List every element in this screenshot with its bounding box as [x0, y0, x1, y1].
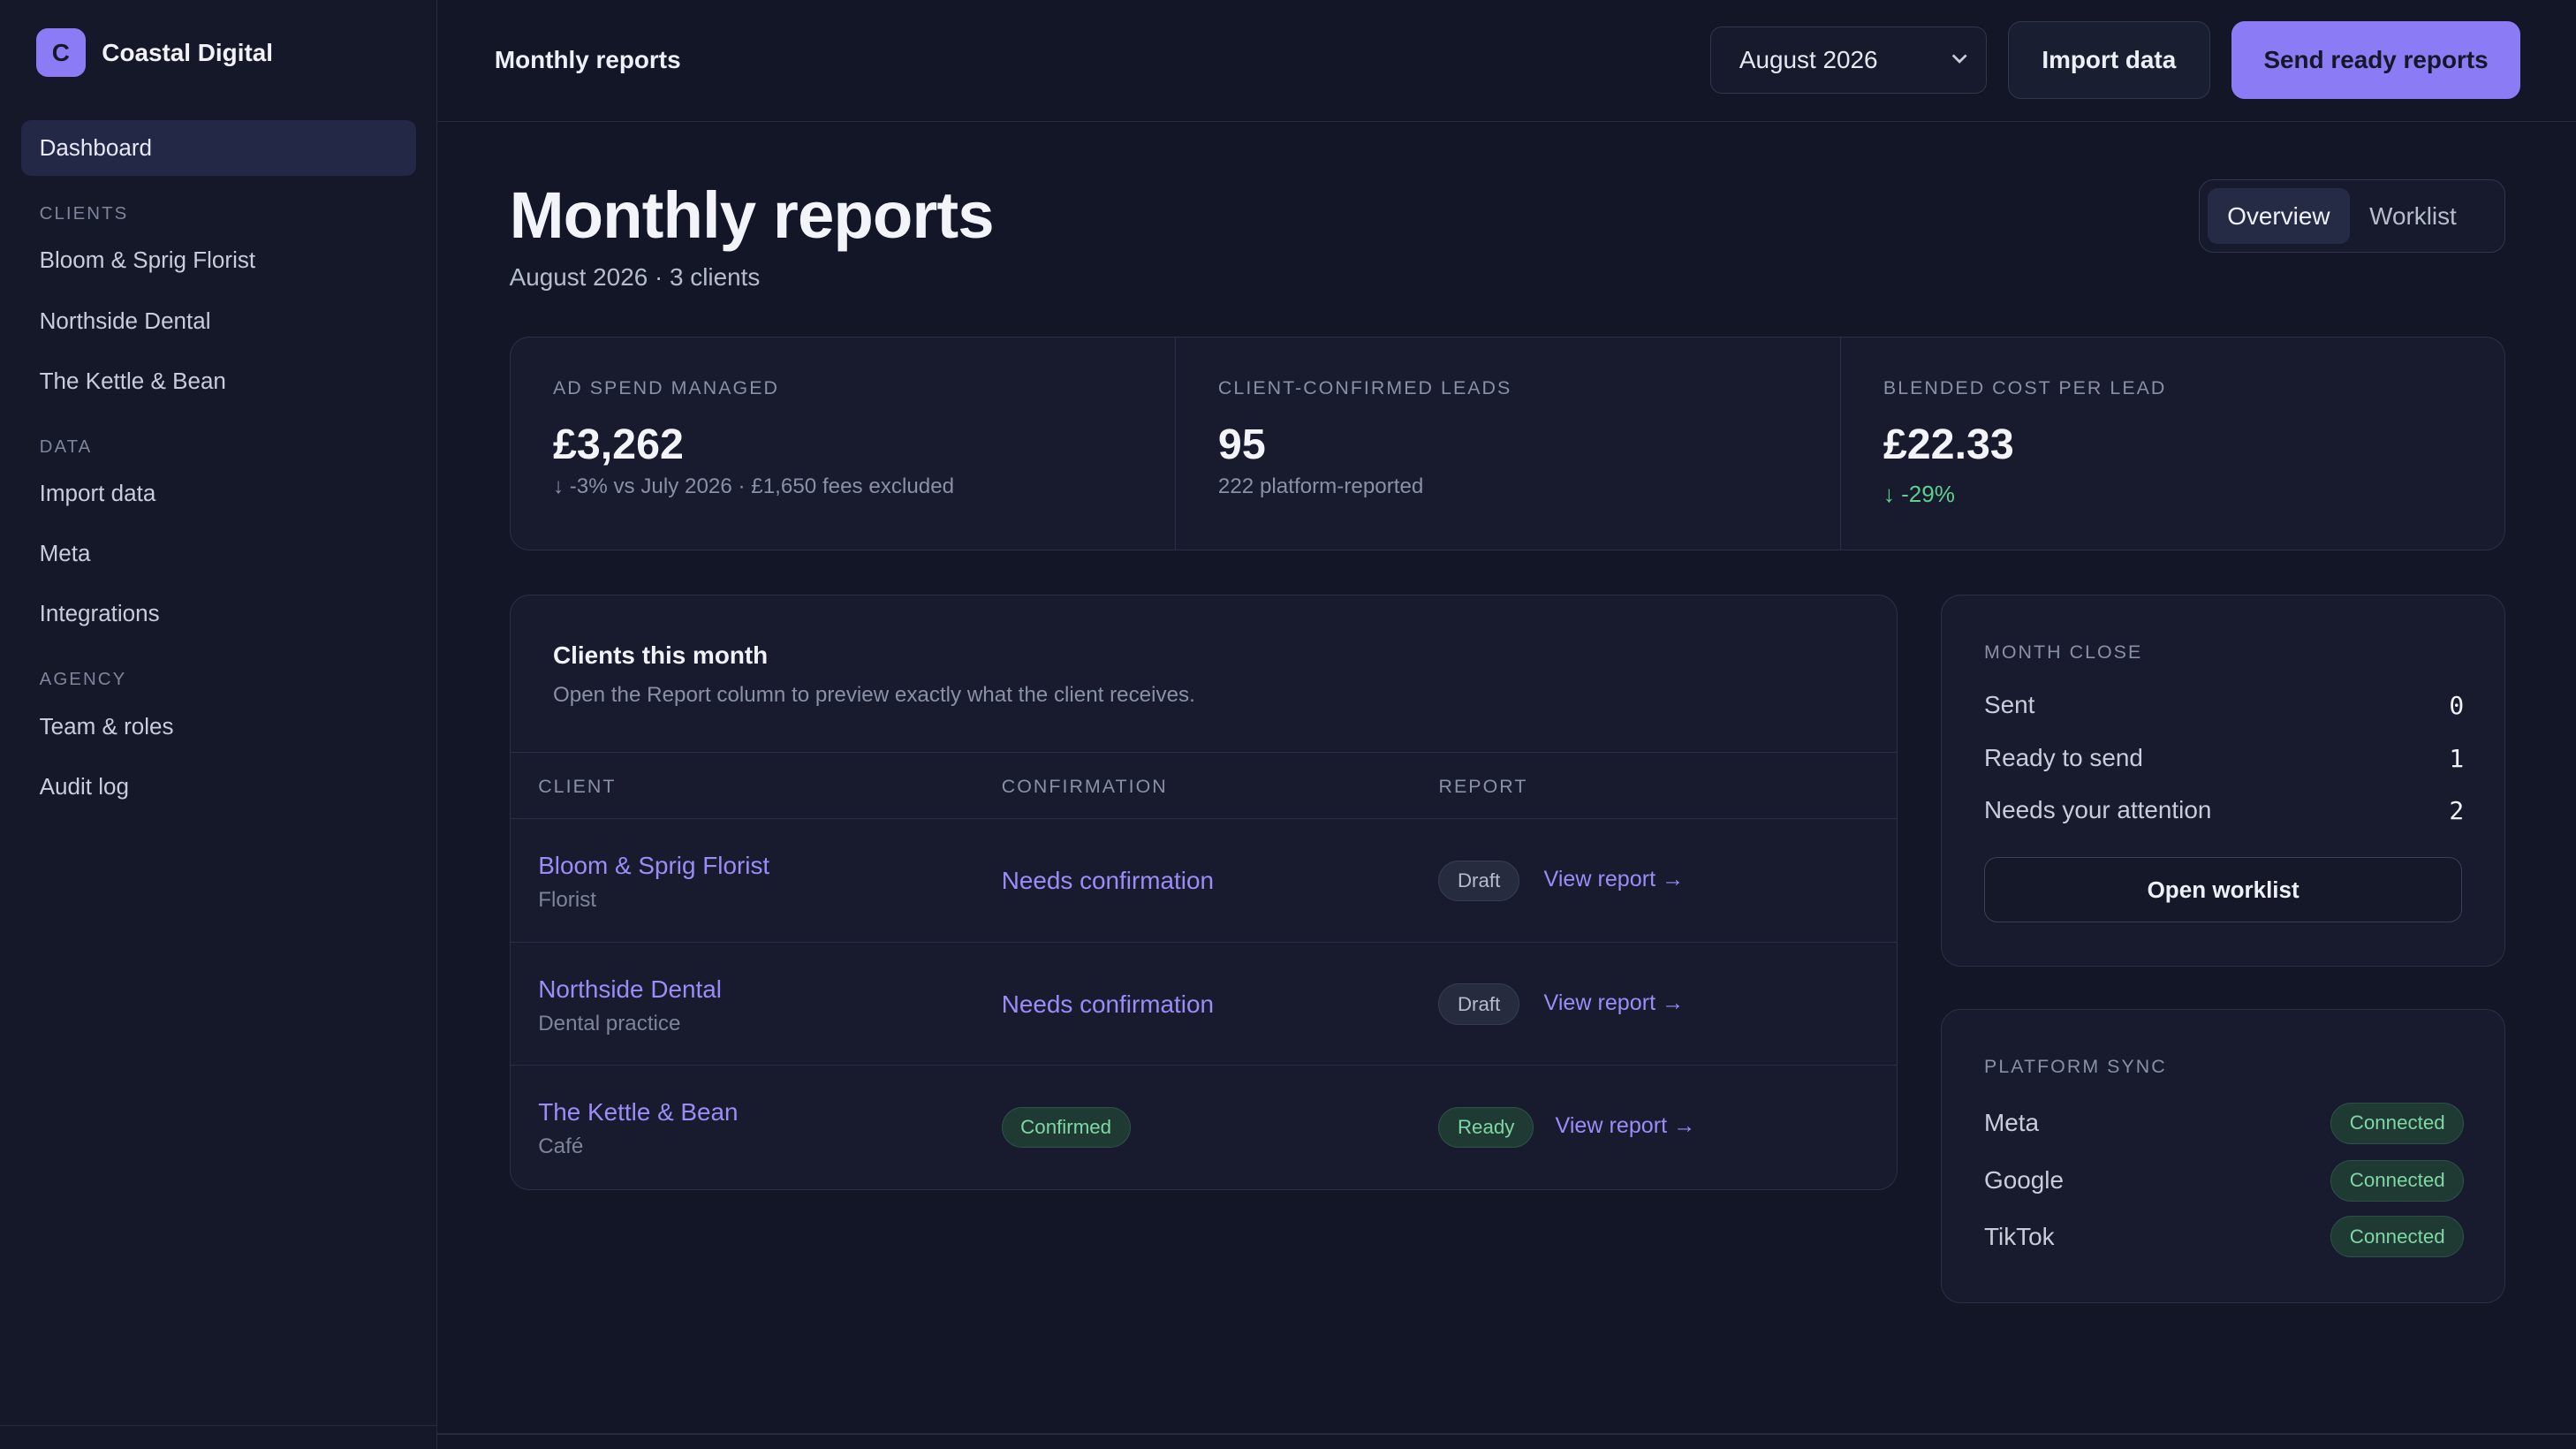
- view-toggle: Overview Worklist: [2198, 178, 2506, 254]
- column-header-report: REPORT: [1438, 776, 1528, 798]
- sidebar-item-meta[interactable]: Meta: [21, 526, 415, 581]
- sidebar-item-kettle-bean[interactable]: The Kettle & Bean: [21, 353, 415, 408]
- platform-sync-title: PLATFORM SYNC: [1984, 1056, 2167, 1078]
- table-header: CLIENT CONFIRMATION REPORT: [510, 752, 1898, 820]
- client-name-link[interactable]: The Kettle & Bean: [538, 1098, 738, 1127]
- client-type: Café: [538, 1134, 584, 1159]
- page-subtitle: August 2026 · 3 clients: [509, 262, 761, 291]
- month-close-title: MONTH CLOSE: [1984, 641, 2143, 664]
- platform-sync-card: PLATFORM SYNC Meta Connected Google Conn…: [1940, 1009, 2506, 1303]
- sidebar-section-clients: CLIENTS: [39, 203, 129, 224]
- column-header-client: CLIENT: [538, 776, 617, 798]
- table-row: Northside Dental Dental practice Needs c…: [510, 943, 1898, 1066]
- table-row: Bloom & Sprig Florist Florist Needs conf…: [510, 819, 1898, 943]
- sidebar-footer-divider: [0, 1424, 437, 1427]
- view-report-link[interactable]: View report →: [1544, 990, 1685, 1016]
- card-title: Clients this month: [552, 641, 769, 670]
- platform-name: Google: [1984, 1166, 2064, 1195]
- sidebar-item-team-roles[interactable]: Team & roles: [21, 699, 415, 755]
- column-header-confirmation: CONFIRMATION: [1001, 776, 1168, 798]
- month-select[interactable]: August 2026: [1710, 26, 1987, 94]
- kpi-value: £3,262: [552, 421, 684, 469]
- close-row-sent: Sent 0: [1984, 691, 2464, 720]
- sidebar-item-audit-log[interactable]: Audit log: [21, 759, 415, 815]
- sync-row-meta: Meta Connected: [1984, 1102, 2465, 1144]
- close-row-attention: Needs your attention 2: [1984, 796, 2464, 825]
- client-name-link[interactable]: Northside Dental: [538, 975, 722, 1004]
- sidebar-section-data: DATA: [39, 436, 93, 457]
- close-row-label: Needs your attention: [1984, 796, 2212, 824]
- month-close-card: MONTH CLOSE Sent 0 Ready to send 1 Needs…: [1940, 595, 2506, 967]
- kpi-cost-per-lead: BLENDED COST PER LEAD £22.33 ↓ -29%: [1841, 338, 2505, 550]
- needs-confirmation-link[interactable]: Needs confirmation: [1002, 867, 1214, 895]
- client-type: Florist: [538, 888, 597, 913]
- client-type: Dental practice: [538, 1011, 681, 1036]
- chevron-down-icon: [1951, 54, 1967, 64]
- platform-name: TikTok: [1984, 1222, 2055, 1250]
- status-badge: Ready: [1438, 1106, 1534, 1149]
- topbar: Monthly reports August 2026 Import data …: [436, 0, 2576, 122]
- close-row-ready: Ready to send 1: [1984, 744, 2464, 773]
- sync-row-google: Google Connected: [1984, 1159, 2465, 1202]
- status-badge: Draft: [1438, 860, 1519, 902]
- kpi-label: CLIENT-CONFIRMED LEADS: [1217, 376, 1512, 398]
- needs-confirmation-link[interactable]: Needs confirmation: [1002, 990, 1214, 1019]
- sidebar-item-import-data[interactable]: Import data: [21, 466, 415, 521]
- sidebar: C Coastal Digital Dashboard CLIENTS Bloo…: [0, 0, 437, 1449]
- open-worklist-button[interactable]: Open worklist: [1984, 857, 2463, 923]
- sidebar-item-northside-dental[interactable]: Northside Dental: [21, 292, 415, 348]
- page-title: Monthly reports: [509, 178, 995, 252]
- connected-badge: Connected: [2330, 1160, 2465, 1202]
- kpi-sub: 222 platform-reported: [1217, 474, 1424, 498]
- connected-badge: Connected: [2330, 1103, 2465, 1144]
- platform-name: Meta: [1984, 1109, 2040, 1137]
- brand-name: Coastal Digital: [102, 38, 274, 66]
- clients-card: Clients this month Open the Report colum…: [509, 595, 1898, 1190]
- sidebar-section-agency: AGENCY: [39, 669, 127, 690]
- close-row-value: 0: [2449, 691, 2465, 721]
- brand-logo: C: [35, 27, 86, 78]
- close-row-label: Ready to send: [1984, 743, 2143, 771]
- sidebar-nav: Dashboard CLIENTS Bloom & Sprig Florist …: [21, 119, 416, 819]
- table-row: The Kettle & Bean Café Confirmed Ready V…: [511, 1066, 1898, 1188]
- month-select-value: August 2026: [1739, 45, 1878, 73]
- sidebar-item-integrations[interactable]: Integrations: [21, 586, 415, 641]
- connected-badge: Connected: [2330, 1216, 2465, 1257]
- close-row-label: Sent: [1984, 691, 2035, 719]
- kpi-ad-spend: AD SPEND MANAGED £3,262 ↓ -3% vs July 20…: [511, 338, 1176, 550]
- kpi-value: 95: [1217, 421, 1266, 469]
- sidebar-item-dashboard[interactable]: Dashboard: [21, 119, 416, 176]
- import-data-button[interactable]: Import data: [2007, 21, 2210, 99]
- kpi-value: £22.33: [1883, 421, 2014, 469]
- bottom-divider: [436, 1432, 2576, 1435]
- status-badge: Draft: [1438, 983, 1519, 1025]
- view-report-link[interactable]: View report →: [1544, 867, 1685, 892]
- app-root: C Coastal Digital Dashboard CLIENTS Bloo…: [0, 0, 2576, 1449]
- tab-overview[interactable]: Overview: [2207, 187, 2350, 245]
- confirmed-badge: Confirmed: [1001, 1106, 1131, 1149]
- kpi-label: BLENDED COST PER LEAD: [1883, 376, 2167, 398]
- close-row-value: 1: [2449, 743, 2465, 773]
- topbar-title: Monthly reports: [494, 46, 681, 74]
- client-name-link[interactable]: Bloom & Sprig Florist: [538, 852, 769, 880]
- kpi-change: ↓ -29%: [1883, 481, 1955, 508]
- kpi-label: AD SPEND MANAGED: [552, 376, 779, 398]
- sidebar-item-bloom-sprig[interactable]: Bloom & Sprig Florist: [21, 232, 415, 288]
- brand[interactable]: C Coastal Digital: [35, 27, 274, 78]
- view-report-link[interactable]: View report →: [1556, 1113, 1696, 1139]
- kpi-sub: ↓ -3% vs July 2026 · £1,650 fees exclude…: [552, 474, 955, 498]
- send-ready-reports-button[interactable]: Send ready reports: [2231, 21, 2521, 99]
- kpi-confirmed-leads: CLIENT-CONFIRMED LEADS 95 222 platform-r…: [1176, 338, 1841, 550]
- tab-worklist[interactable]: Worklist: [2350, 188, 2476, 244]
- kpi-strip: AD SPEND MANAGED £3,262 ↓ -3% vs July 20…: [509, 337, 2506, 551]
- close-row-value: 2: [2449, 796, 2465, 826]
- sync-row-tiktok: TikTok Connected: [1984, 1216, 2465, 1258]
- card-subtitle: Open the Report column to preview exactl…: [552, 682, 1195, 707]
